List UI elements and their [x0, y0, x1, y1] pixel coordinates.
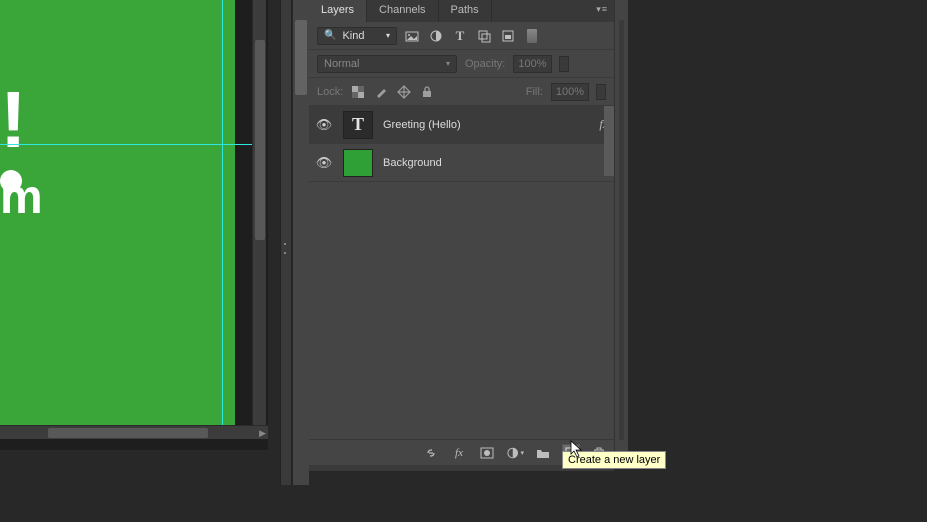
layer-style-icon[interactable]: fx	[450, 444, 468, 462]
fill-label: Fill:	[526, 86, 543, 98]
filter-adjustment-icon[interactable]	[429, 29, 443, 43]
new-group-icon[interactable]	[534, 444, 552, 462]
canvas-text-fragment-2: m	[0, 170, 43, 225]
panel-divider-left[interactable]	[280, 0, 292, 485]
canvas-horizontal-scroll-thumb[interactable]	[48, 428, 208, 438]
horizontal-guide[interactable]	[0, 144, 252, 145]
blend-mode-row: Normal ▾ Opacity: 100%	[309, 50, 614, 78]
filter-shape-icon[interactable]	[477, 29, 491, 43]
filter-smart-icon[interactable]	[501, 29, 515, 43]
link-layers-icon[interactable]	[422, 444, 440, 462]
filter-toggle-switch[interactable]	[527, 29, 537, 43]
filter-kind-label: Kind	[342, 30, 364, 42]
filter-type-icon[interactable]: T	[453, 29, 467, 43]
visibility-eye-icon[interactable]: 👁	[315, 117, 333, 133]
fill-slider-toggle[interactable]	[596, 84, 606, 100]
dropdown-arrow-icon: ▾	[446, 59, 450, 68]
layer-thumbnail[interactable]	[343, 149, 373, 177]
lock-row: Lock: Fill: 100%	[309, 78, 614, 106]
filter-pixel-icon[interactable]	[405, 29, 419, 43]
layer-row[interactable]: 👁 Background	[309, 144, 614, 182]
panel-group-scrollbar[interactable]	[293, 0, 309, 485]
layer-row[interactable]: 👁 T Greeting (Hello) fx	[309, 106, 614, 144]
layer-name-label[interactable]: Background	[383, 157, 608, 169]
filter-kind-select[interactable]: 🔍 Kind ▾	[317, 27, 397, 45]
scroll-right-arrow-icon[interactable]: ▶	[259, 428, 266, 439]
opacity-label: Opacity:	[465, 58, 505, 70]
adjustment-layer-icon[interactable]: ▾	[506, 444, 524, 462]
opacity-value-input[interactable]: 100%	[513, 55, 551, 73]
blend-mode-value: Normal	[324, 58, 359, 70]
dropdown-arrow-icon: ▾	[386, 31, 390, 40]
panel-group-scroll-thumb[interactable]	[295, 20, 307, 95]
panel-tabs: Layers Channels Paths ▾≡	[309, 0, 614, 22]
layers-panel: Layers Channels Paths ▾≡ 🔍 Kind ▾ T Norm…	[309, 0, 614, 465]
tab-paths[interactable]: Paths	[439, 0, 492, 22]
canvas-vertical-scrollbar[interactable]	[252, 0, 266, 425]
layers-list-scrollbar-thumb[interactable]	[604, 106, 614, 176]
panel-right-scrollbar[interactable]	[614, 0, 628, 465]
lock-brush-icon[interactable]	[374, 85, 388, 99]
vertical-guide[interactable]	[222, 0, 223, 425]
canvas-horizontal-scrollbar[interactable]: ▶	[0, 425, 268, 439]
mouse-cursor-icon	[570, 440, 586, 460]
canvas-background[interactable]: ! m	[0, 0, 235, 425]
document-canvas-area: ! m ▶	[0, 0, 268, 450]
tab-layers[interactable]: Layers	[309, 0, 367, 22]
search-icon: 🔍	[324, 30, 336, 41]
panel-menu-icon[interactable]: ▾≡	[590, 0, 614, 22]
layer-filter-row: 🔍 Kind ▾ T	[309, 22, 614, 50]
lock-transparency-icon[interactable]	[351, 85, 365, 99]
layer-name-label[interactable]: Greeting (Hello)	[383, 119, 589, 131]
canvas-text-fragment-1: !	[0, 80, 27, 160]
opacity-slider-toggle[interactable]	[559, 56, 569, 72]
tab-channels[interactable]: Channels	[367, 0, 438, 22]
layer-thumbnail-text[interactable]: T	[343, 111, 373, 139]
layers-list: 👁 T Greeting (Hello) fx 👁 Background	[309, 106, 614, 182]
lock-position-icon[interactable]	[397, 85, 411, 99]
fill-value-input[interactable]: 100%	[551, 83, 589, 101]
canvas-vertical-scroll-thumb[interactable]	[255, 40, 265, 240]
filter-type-icons: T	[405, 29, 515, 43]
visibility-eye-icon[interactable]: 👁	[315, 155, 333, 171]
layer-mask-icon[interactable]	[478, 444, 496, 462]
blend-mode-select[interactable]: Normal ▾	[317, 55, 457, 73]
lock-all-icon[interactable]	[420, 85, 434, 99]
panel-right-scroll-track	[619, 20, 624, 440]
lock-label: Lock:	[317, 86, 343, 98]
